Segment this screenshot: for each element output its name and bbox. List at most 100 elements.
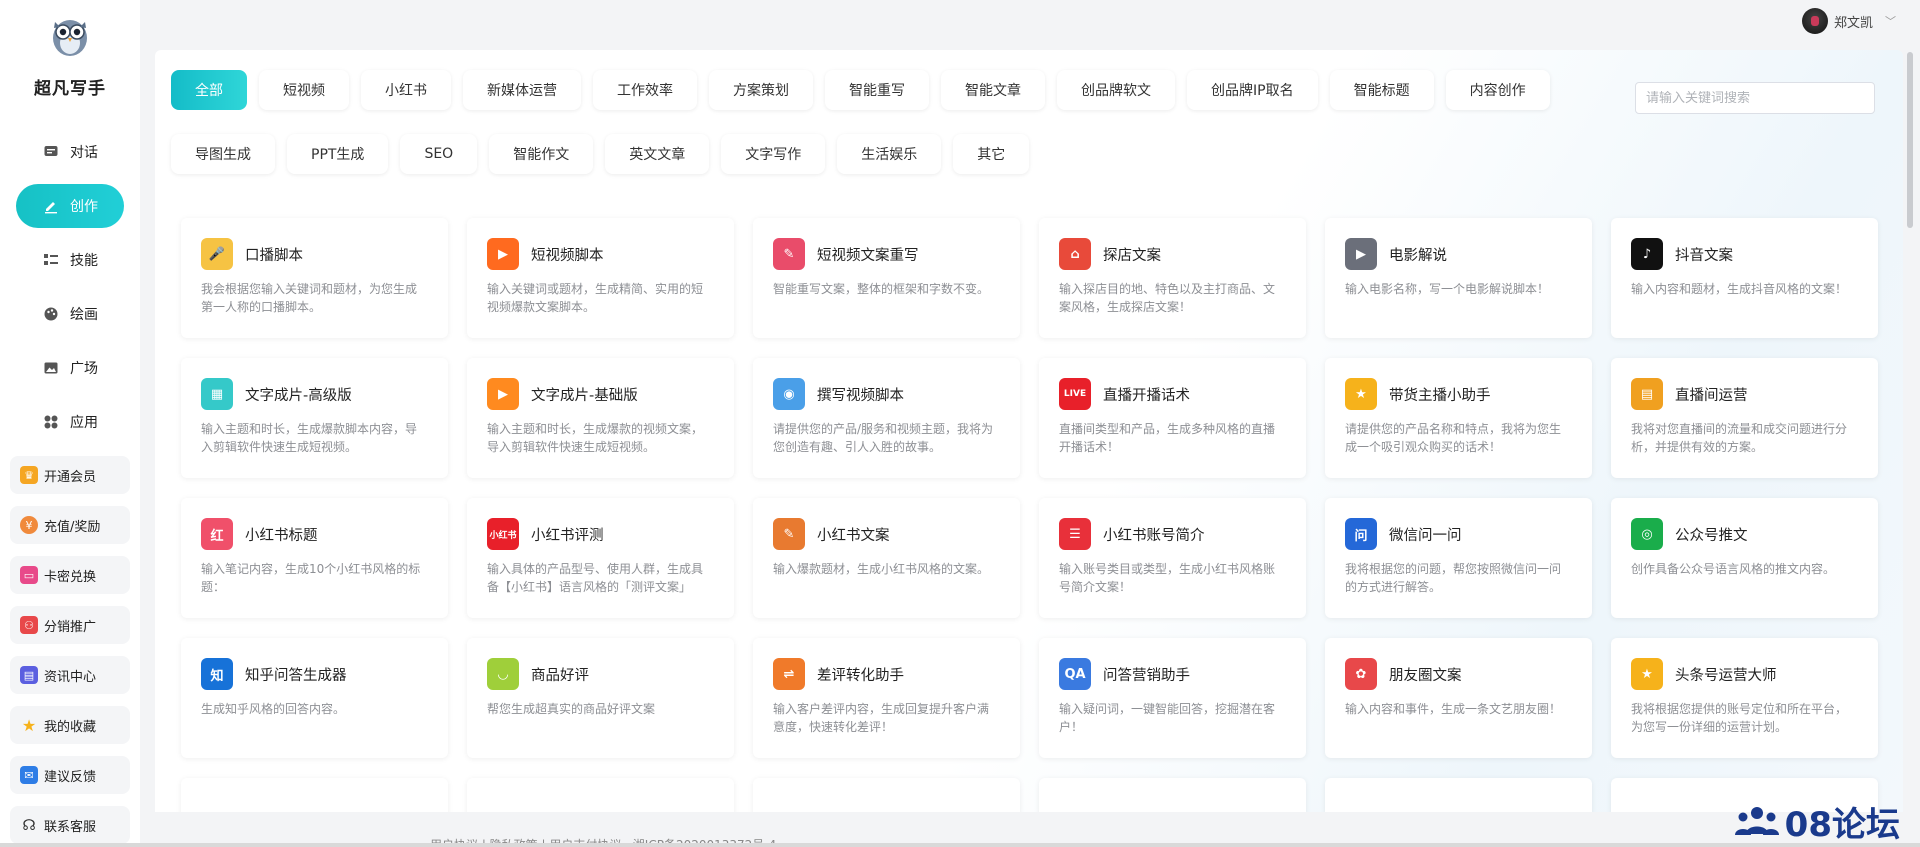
card-header: 知知乎问答生成器 (201, 658, 428, 690)
distribution-button[interactable]: ⚇ 分销推广 (10, 606, 130, 644)
nav-item-square[interactable]: 广场 (16, 346, 124, 390)
tool-card[interactable]: ⌂ 探店文案 输入探店目的地、特色以及主打商品、文案风格，生成探店文案！ (1039, 218, 1306, 338)
tool-card[interactable]: ★ 带货主播小助手 请提供您的产品名称和特点，我将为您生成一个吸引观众购买的话术！ (1325, 358, 1592, 478)
tool-card[interactable]: ▶ 电影解说 输入电影名称，写一个电影解说脚本！ (1325, 218, 1592, 338)
filter-chip[interactable]: 其它 (953, 134, 1030, 174)
card-description: 直播间类型和产品，生成多种风格的直播开播话术！ (1059, 422, 1276, 454)
filter-chip[interactable]: 文字写作 (721, 134, 826, 174)
filter-chip[interactable]: 创品牌IP取名 (1187, 70, 1318, 110)
customer-service-button[interactable]: ☊ 联系客服 (10, 806, 130, 844)
filter-chip[interactable]: 智能文章 (941, 70, 1045, 110)
tool-card[interactable]: ◎ 公众号推文 创作具备公众号语言风格的推文内容。 (1611, 498, 1878, 618)
tool-card[interactable]: 小红书 小红书评测 输入具体的产品型号、使用人群，生成具备【小红书】语言风格的「测评… (467, 498, 734, 618)
horizontal-scrollbar[interactable] (0, 843, 1920, 847)
side-button-label: 开通会员 (44, 469, 97, 485)
card-header: ◉ 撰写视频脚本 (773, 378, 1000, 410)
exchange-icon: ⇌ (773, 658, 805, 690)
tool-card[interactable]: ✎ 短视频文案重写 智能重写文案，整体的框架和字数不变。 (753, 218, 1020, 338)
tool-card[interactable]: ▶ 文字成片-基础版 输入主题和时长，生成爆款的视频文案，导入剪辑软件快速生成短视频… (467, 358, 734, 478)
coin-icon: ¥ (20, 516, 38, 534)
scrollbar-thumb[interactable] (1907, 52, 1913, 228)
nav-item-skills[interactable]: 技能 (16, 238, 124, 282)
tool-card[interactable]: ☰ 小红书账号简介 输入账号类目或类型，生成小红书风格账号简介文案！ (1039, 498, 1306, 618)
tool-card[interactable]: ★ 头条号运营大师 我将根据您提供的账号定位和所在平台，为您写一份详细的运营计划。 (1611, 638, 1878, 758)
card-title: 口播脚本 (245, 247, 303, 264)
tool-card[interactable]: ⇌ 差评转化助手 输入客户差评内容，生成回复提升客户满意度，快速转化差评！ (753, 638, 1020, 758)
card-title: 短视频脚本 (531, 247, 604, 264)
feedback-button[interactable]: ✉ 建议反馈 (10, 756, 130, 794)
tool-card[interactable]: QA 问答营销助手 输入疑问词，一键智能回答，挖掘潜在客户！ (1039, 638, 1306, 758)
tool-card[interactable]: 问微信问一问 我将根据您的问题，帮您按照微信问一问的方式进行解答。 (1325, 498, 1592, 618)
filter-chip[interactable]: 智能标题 (1329, 70, 1434, 110)
filter-chip[interactable]: 全部 (171, 70, 247, 110)
filter-chip[interactable]: 智能作文 (489, 134, 594, 174)
favorites-button[interactable]: ★ 我的收藏 (10, 706, 130, 744)
card-header: 红小红书标题 (201, 518, 428, 550)
filter-chip[interactable]: 新媒体运营 (463, 70, 581, 110)
card-header: ✎ 小红书文案 (773, 518, 1000, 550)
nav-label: 应用 (70, 415, 98, 431)
filter-chip[interactable]: 智能重写 (825, 70, 929, 110)
card-redeem-button[interactable]: ▭ 卡密兑换 (10, 556, 130, 594)
xiaohongshu-icon: 红 (201, 518, 233, 550)
tool-card[interactable] (1039, 778, 1306, 812)
card-title: 直播间运营 (1675, 387, 1748, 404)
search-input[interactable] (1646, 90, 1864, 106)
nav-item-apps[interactable]: 应用 (16, 400, 124, 444)
nav-item-create[interactable]: 创作 (16, 184, 124, 228)
side-button-label: 联系客服 (44, 819, 97, 835)
filter-chip[interactable]: 创品牌软文 (1057, 70, 1175, 110)
card-description: 输入关键词或题材，生成精简、实用的短视频爆款文案脚本。 (487, 282, 704, 314)
card-header: ☰ 小红书账号简介 (1059, 518, 1286, 550)
nav-item-draw[interactable]: 绘画 (16, 292, 124, 336)
filter-chip[interactable]: 导图生成 (171, 134, 275, 174)
tool-card[interactable] (1325, 778, 1592, 812)
card-header: ▦ 文字成片-高级版 (201, 378, 428, 410)
tool-card[interactable]: 🎤 口播脚本 我会根据您输入关键词和题材，为您生成第一人称的口播脚本。 (181, 218, 448, 338)
tool-card[interactable]: 红小红书标题 输入笔记内容，生成10个小红书风格的标题： (181, 498, 448, 618)
user-name: 郑文凯 (1833, 15, 1873, 31)
news-center-button[interactable]: ▤ 资讯中心 (10, 656, 130, 694)
card-title: 头条号运营大师 (1675, 667, 1777, 684)
tool-card[interactable]: ◉ 撰写视频脚本 请提供您的产品/服务和视频主题，我将为您创造有趣、引人入胜的故事。 (753, 358, 1020, 478)
card-header: ⇌ 差评转化助手 (773, 658, 1000, 690)
tiktok-icon: ♪ (1631, 238, 1663, 270)
wechat-official-icon: ◎ (1631, 518, 1663, 550)
tool-card[interactable]: LIVE 直播开播话术 直播间类型和产品，生成多种风格的直播开播话术！ (1039, 358, 1306, 478)
recharge-button[interactable]: ¥ 充值/奖励 (10, 506, 130, 544)
card-description: 我将对您直播间的流量和成交问题进行分析，并提供有效的方案。 (1631, 422, 1848, 454)
tool-card[interactable] (467, 778, 734, 812)
filter-chip[interactable]: 生活娱乐 (837, 134, 942, 174)
card-description: 我将根据您提供的账号定位和所在平台，为您写一份详细的运营计划。 (1631, 702, 1848, 734)
app-logo[interactable]: 超凡写手 (0, 12, 140, 99)
filter-chip[interactable]: 小红书 (361, 70, 451, 110)
filter-chip[interactable]: 工作效率 (593, 70, 697, 110)
scrollbar[interactable] (1906, 50, 1914, 780)
filter-chip[interactable]: 方案策划 (709, 70, 813, 110)
filter-chip[interactable]: 内容创作 (1445, 70, 1550, 110)
tool-card[interactable]: 知知乎问答生成器 生成知乎风格的回答内容。 (181, 638, 448, 758)
tool-card[interactable] (753, 778, 1020, 812)
tool-card[interactable]: ▦ 文字成片-高级版 输入主题和时长，生成爆款脚本内容，导入剪辑软件快速生成短视频。 (181, 358, 448, 478)
profile-icon: ☰ (1059, 518, 1091, 550)
filter-chip[interactable]: PPT生成 (287, 134, 389, 174)
filter-chip[interactable]: 英文文章 (605, 134, 710, 174)
filter-chip[interactable]: SEO (400, 134, 478, 174)
filter-chip[interactable]: 短视频 (259, 70, 349, 110)
card-description: 帮您生成超真实的商品好评文案 (487, 702, 656, 716)
tool-card[interactable] (181, 778, 448, 812)
card-description: 我将根据您的问题，帮您按照微信问一问的方式进行解答。 (1345, 562, 1562, 594)
card-header: ♪ 抖音文案 (1631, 238, 1858, 270)
tool-card[interactable]: ◡ 商品好评 帮您生成超真实的商品好评文案 (467, 638, 734, 758)
tool-card[interactable]: ✿ 朋友圈文案 输入内容和事件，生成一条文艺朋友圈！ (1325, 638, 1592, 758)
share-icon: ⚇ (20, 616, 38, 634)
tool-card[interactable]: ▶ 短视频脚本 输入关键词或题材，生成精简、实用的短视频爆款文案脚本。 (467, 218, 734, 338)
user-menu[interactable]: 郑文凯 ﹀ (1801, 8, 1896, 34)
tool-card[interactable]: ▤ 直播间运营 我将对您直播间的流量和成交问题进行分析，并提供有效的方案。 (1611, 358, 1878, 478)
vip-button[interactable]: ♛ 开通会员 (10, 456, 130, 494)
tool-card[interactable]: ✎ 小红书文案 输入爆款题材，生成小红书风格的文案。 (753, 498, 1020, 618)
nav-item-chat[interactable]: 对话 (16, 130, 124, 174)
tool-card[interactable]: ♪ 抖音文案 输入内容和题材，生成抖音风格的文案！ (1611, 218, 1878, 338)
card-title: 电影解说 (1389, 247, 1447, 264)
live-icon: LIVE (1059, 378, 1091, 410)
